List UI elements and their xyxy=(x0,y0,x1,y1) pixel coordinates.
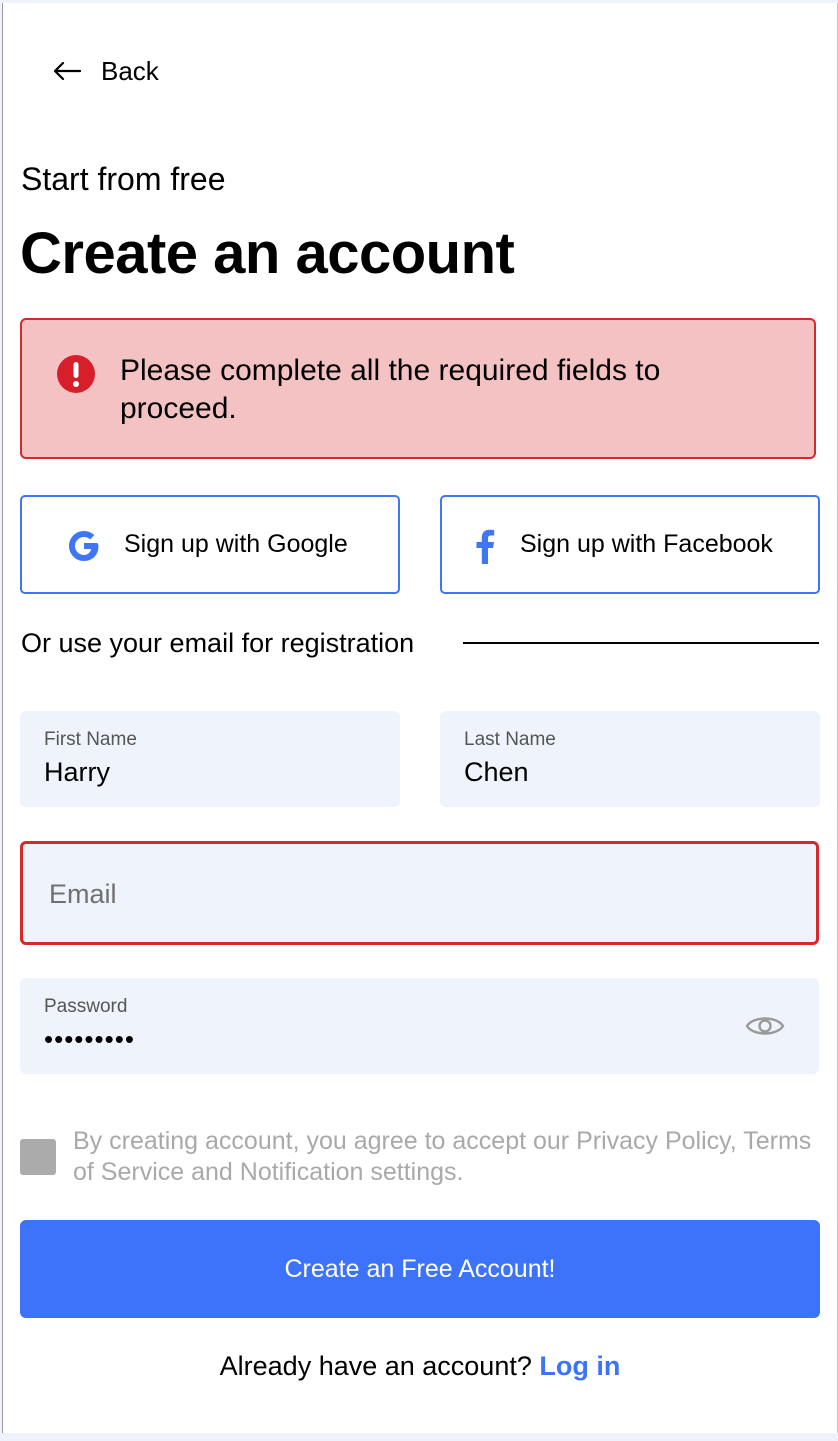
first-name-value[interactable]: Harry xyxy=(44,757,110,788)
page-subtitle: Start from free xyxy=(21,161,226,197)
divider-line xyxy=(463,642,819,644)
signup-screen: Back Start from free Create an account P… xyxy=(2,3,838,1433)
password-label: Password xyxy=(44,996,128,1017)
last-name-label: Last Name xyxy=(464,729,556,750)
last-name-field[interactable]: Last Name Chen xyxy=(440,711,820,807)
first-name-label: First Name xyxy=(44,729,137,750)
facebook-icon xyxy=(476,529,495,564)
create-account-button[interactable]: Create an Free Account! xyxy=(20,1220,820,1318)
create-account-label: Create an Free Account! xyxy=(284,1254,556,1283)
alert-message: Please complete all the required fields … xyxy=(120,354,661,425)
google-signup-label: Sign up with Google xyxy=(124,530,348,558)
error-alert: Please complete all the required fields … xyxy=(20,318,816,459)
back-button[interactable]: Back xyxy=(53,53,159,89)
login-prompt: Already have an account? Log in xyxy=(3,1351,837,1382)
terms-checkbox[interactable] xyxy=(20,1139,56,1175)
email-placeholder[interactable]: Email xyxy=(49,879,117,910)
facebook-signup-button[interactable]: Sign up with Facebook xyxy=(440,495,820,594)
google-signup-button[interactable]: Sign up with Google xyxy=(20,495,400,594)
last-name-value[interactable]: Chen xyxy=(464,757,529,788)
error-icon xyxy=(57,355,95,393)
login-link[interactable]: Log in xyxy=(539,1351,620,1381)
login-prompt-text: Already have an account? xyxy=(219,1351,532,1381)
facebook-signup-label: Sign up with Facebook xyxy=(520,530,773,558)
back-label: Back xyxy=(101,55,159,86)
password-field[interactable]: Password ••••••••• xyxy=(20,978,819,1074)
page-title: Create an account xyxy=(20,221,515,286)
password-value[interactable]: ••••••••• xyxy=(44,1024,135,1055)
google-icon xyxy=(69,531,99,561)
eye-icon[interactable] xyxy=(745,1011,785,1041)
terms-text: By creating account, you agree to accept… xyxy=(73,1127,812,1186)
arrow-left-icon xyxy=(53,61,81,81)
divider-label: Or use your email for registration xyxy=(21,628,415,658)
first-name-field[interactable]: First Name Harry xyxy=(20,711,400,807)
email-field[interactable]: Email xyxy=(20,841,819,945)
